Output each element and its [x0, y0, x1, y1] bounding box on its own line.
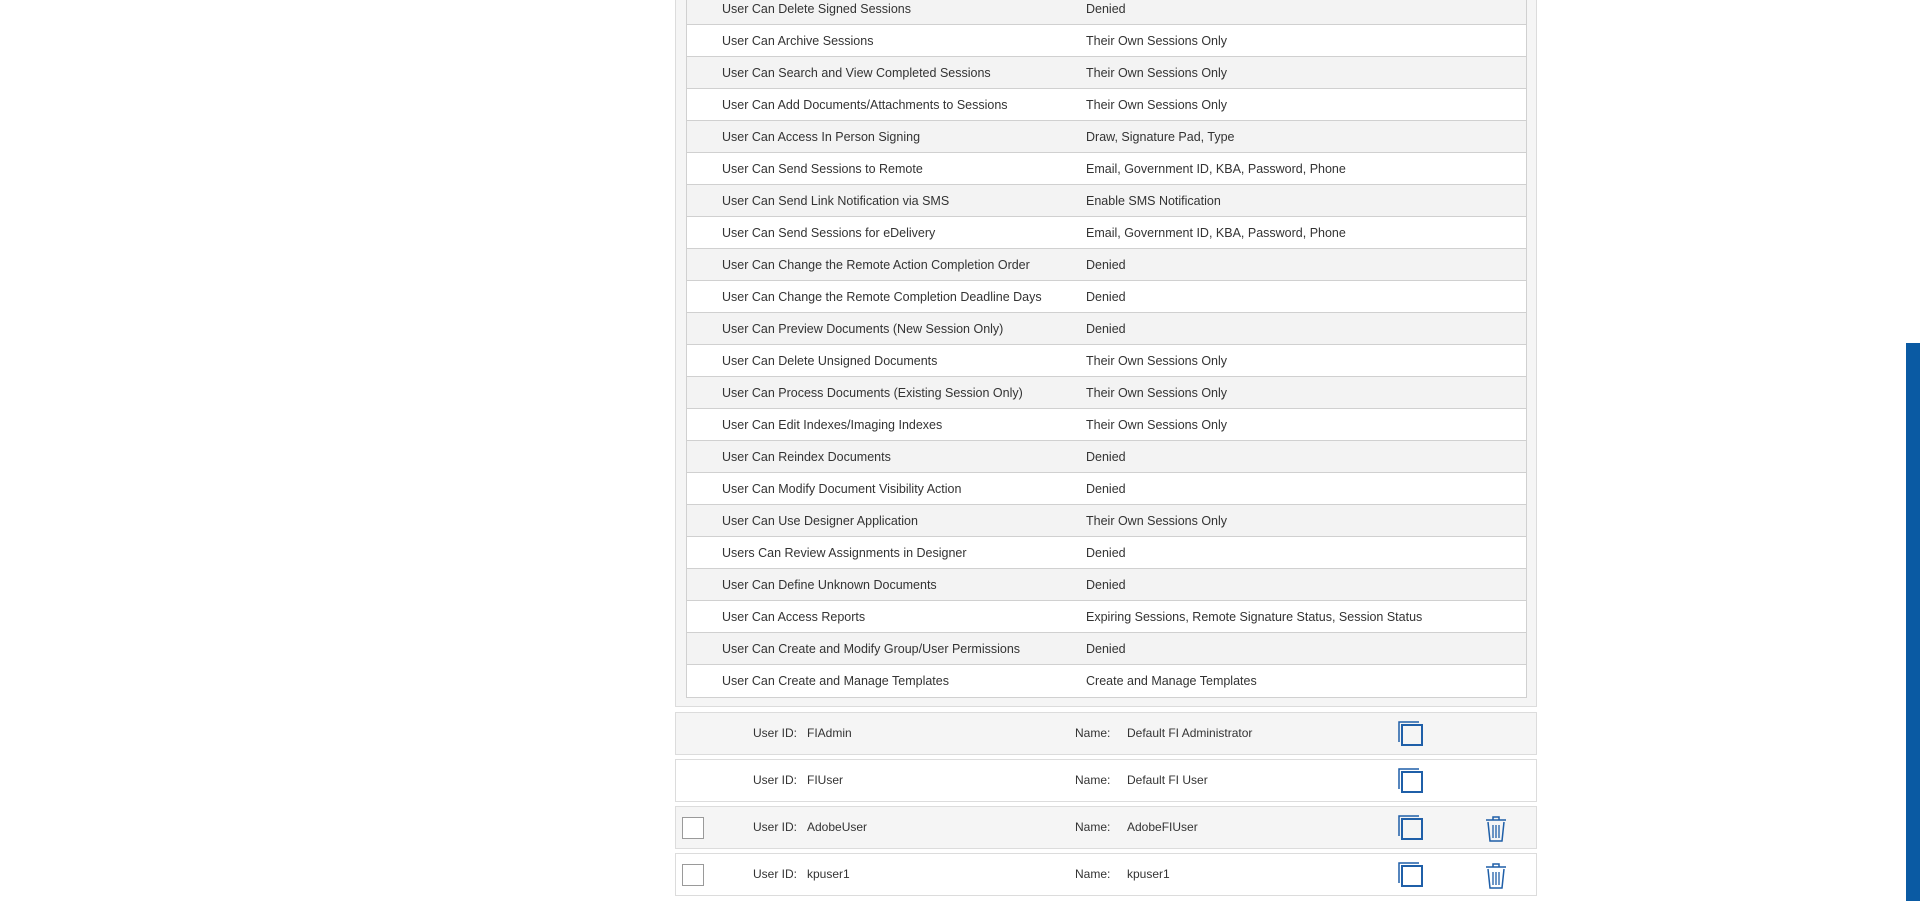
permission-name: User Can Process Documents (Existing Ses… — [722, 385, 1023, 400]
permission-row: User Can Send Link Notification via SMS … — [687, 185, 1526, 217]
user-id-label: User ID: — [753, 820, 798, 834]
select-user-checkbox[interactable] — [682, 864, 704, 886]
permission-name: User Can Send Sessions to Remote — [722, 161, 923, 176]
permission-row: User Can Add Documents/Attachments to Se… — [687, 89, 1526, 121]
permission-value: Their Own Sessions Only — [1086, 97, 1228, 112]
permission-value: Expiring Sessions, Remote Signature Stat… — [1086, 609, 1423, 624]
permission-value: Enable SMS Notification — [1086, 193, 1221, 208]
user-name-label: Name: — [1075, 867, 1111, 881]
permission-row: User Can Create and Manage Templates Cre… — [687, 665, 1526, 697]
permission-value: Their Own Sessions Only — [1086, 385, 1228, 400]
permission-name: Users Can Review Assignments in Designer — [722, 545, 967, 560]
permission-value: Email, Government ID, KBA, Password, Pho… — [1086, 225, 1346, 240]
permission-name: User Can Add Documents/Attachments to Se… — [722, 97, 1008, 112]
permission-name: User Can Access Reports — [722, 609, 866, 624]
permission-value: Their Own Sessions Only — [1086, 417, 1228, 432]
permission-row: User Can Change the Remote Action Comple… — [687, 249, 1526, 281]
permission-name: User Can Change the Remote Action Comple… — [722, 257, 1030, 272]
permission-row: User Can Preview Documents (New Session … — [687, 313, 1526, 345]
permission-row: User Can Modify Document Visibility Acti… — [687, 473, 1526, 505]
user-row-adobeuser[interactable]: User ID: AdobeUser Name: AdobeFIUser — [675, 806, 1537, 849]
permission-name: User Can Archive Sessions — [722, 33, 874, 48]
permission-name: User Can Create and Manage Templates — [722, 674, 949, 688]
permission-name: User Can Send Sessions for eDelivery — [722, 225, 936, 240]
trash-icon[interactable] — [1484, 862, 1508, 890]
permission-row: User Can Send Sessions for eDelivery Ema… — [687, 217, 1526, 249]
permission-name: User Can Reindex Documents — [722, 449, 891, 464]
permission-row: User Can Search and View Completed Sessi… — [687, 57, 1526, 89]
permission-name: User Can Define Unknown Documents — [722, 577, 937, 592]
permissions-table: User Can Delete Signed Sessions Denied U… — [686, 0, 1527, 698]
permission-value: Denied — [1086, 481, 1126, 496]
user-name-label: Name: — [1075, 773, 1111, 787]
permission-name: User Can Access In Person Signing — [722, 129, 921, 144]
user-name-value: AdobeFIUser — [1127, 820, 1198, 834]
permission-row: User Can Archive Sessions Their Own Sess… — [687, 25, 1526, 57]
user-id-value: kpuser1 — [807, 867, 850, 881]
permission-row: User Can Delete Unsigned Documents Their… — [687, 345, 1526, 377]
user-row-kpuser1[interactable]: User ID: kpuser1 Name: kpuser1 — [675, 853, 1537, 896]
copy-icon[interactable] — [1397, 861, 1425, 889]
permission-value: Denied — [1086, 257, 1126, 272]
copy-icon[interactable] — [1397, 720, 1425, 748]
permission-value: Denied — [1086, 289, 1126, 304]
user-name-value: Default FI Administrator — [1127, 726, 1253, 740]
permission-name: User Can Edit Indexes/Imaging Indexes — [722, 417, 943, 432]
user-id-value: FIUser — [807, 773, 843, 787]
user-row-fiadmin[interactable]: User ID: FIAdmin Name: Default FI Admini… — [675, 712, 1537, 755]
user-name-label: Name: — [1075, 820, 1111, 834]
permission-value: Denied — [1086, 545, 1126, 560]
user-name-value: kpuser1 — [1127, 867, 1170, 881]
user-name-label: Name: — [1075, 726, 1111, 740]
permission-value: Denied — [1086, 1, 1126, 16]
user-id-label: User ID: — [753, 773, 798, 787]
permission-name: User Can Search and View Completed Sessi… — [722, 65, 991, 80]
permission-value: Their Own Sessions Only — [1086, 33, 1228, 48]
permission-value: Denied — [1086, 321, 1126, 336]
permission-name: User Can Delete Unsigned Documents — [722, 353, 938, 368]
permission-row: User Can Access In Person Signing Draw, … — [687, 121, 1526, 153]
permission-name: User Can Delete Signed Sessions — [722, 1, 911, 16]
permission-row: User Can Access Reports Expiring Session… — [687, 601, 1526, 633]
permission-value: Denied — [1086, 449, 1126, 464]
select-user-checkbox[interactable] — [682, 817, 704, 839]
user-id-value: FIAdmin — [807, 726, 852, 740]
permission-name: User Can Create and Modify Group/User Pe… — [722, 641, 1021, 656]
permission-name: User Can Change the Remote Completion De… — [722, 289, 1042, 304]
side-panel-edge[interactable] — [1906, 343, 1920, 901]
copy-icon[interactable] — [1397, 767, 1425, 795]
user-name-value: Default FI User — [1127, 773, 1208, 787]
permission-value: Their Own Sessions Only — [1086, 513, 1228, 528]
permission-value: Email, Government ID, KBA, Password, Pho… — [1086, 161, 1346, 176]
permission-row: User Can Reindex Documents Denied — [687, 441, 1526, 473]
permission-value: Their Own Sessions Only — [1086, 353, 1228, 368]
copy-icon[interactable] — [1397, 814, 1425, 842]
permission-row: User Can Delete Signed Sessions Denied — [687, 0, 1526, 25]
user-id-value: AdobeUser — [807, 820, 868, 834]
permission-row: User Can Use Designer Application Their … — [687, 505, 1526, 537]
permission-name: User Can Send Link Notification via SMS — [722, 193, 950, 208]
trash-icon[interactable] — [1484, 815, 1508, 843]
permission-row: User Can Send Sessions to Remote Email, … — [687, 153, 1526, 185]
permission-value: Denied — [1086, 641, 1126, 656]
permission-value: Denied — [1086, 577, 1126, 592]
permission-value: Create and Manage Templates — [1086, 674, 1257, 688]
user-id-label: User ID: — [753, 867, 798, 881]
user-row-fiuser[interactable]: User ID: FIUser Name: Default FI User — [675, 759, 1537, 802]
permission-row: Users Can Review Assignments in Designer… — [687, 537, 1526, 569]
permission-name: User Can Modify Document Visibility Acti… — [722, 481, 962, 496]
permission-value: Their Own Sessions Only — [1086, 65, 1228, 80]
permission-row: User Can Define Unknown Documents Denied — [687, 569, 1526, 601]
permission-value: Draw, Signature Pad, Type — [1086, 129, 1235, 144]
permission-name: User Can Use Designer Application — [722, 513, 918, 528]
permission-name: User Can Preview Documents (New Session … — [722, 321, 1004, 336]
user-id-label: User ID: — [753, 726, 798, 740]
permission-row: User Can Create and Modify Group/User Pe… — [687, 633, 1526, 665]
permission-row: User Can Change the Remote Completion De… — [687, 281, 1526, 313]
permission-row: User Can Process Documents (Existing Ses… — [687, 377, 1526, 409]
permission-row: User Can Edit Indexes/Imaging Indexes Th… — [687, 409, 1526, 441]
